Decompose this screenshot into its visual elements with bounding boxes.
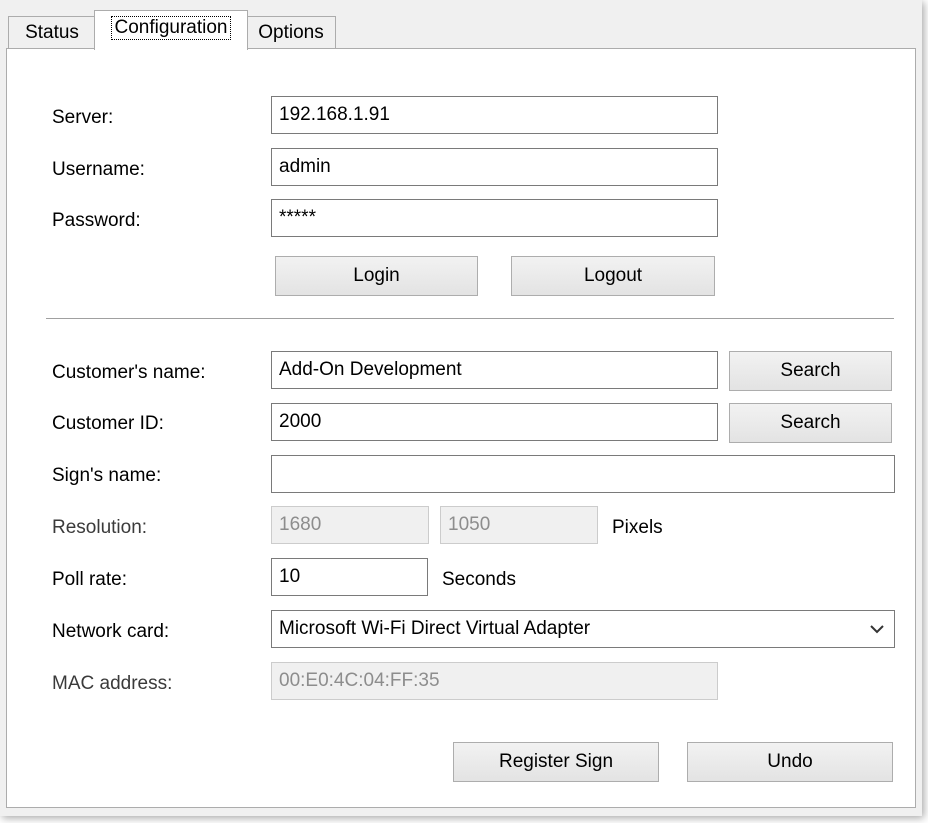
mac-address-label: MAC address:	[52, 673, 173, 694]
section-divider	[46, 318, 894, 319]
resolution-unit-label: Pixels	[612, 517, 663, 538]
poll-rate-unit-label: Seconds	[442, 569, 516, 590]
configuration-window: Status Configuration Options Server: Use…	[0, 0, 922, 816]
form-area: Server: Username: Password: Login Logout…	[0, 0, 922, 816]
customer-name-search-button[interactable]: Search	[729, 351, 892, 391]
register-sign-button[interactable]: Register Sign	[453, 742, 659, 782]
customer-name-input[interactable]	[271, 351, 718, 389]
resolution-height-input	[440, 506, 598, 544]
customer-name-label: Customer's name:	[52, 362, 206, 383]
customer-id-search-button[interactable]: Search	[729, 403, 892, 443]
resolution-width-input	[271, 506, 429, 544]
sign-name-label: Sign's name:	[52, 465, 162, 486]
password-input[interactable]	[271, 199, 718, 237]
customer-id-input[interactable]	[271, 403, 718, 441]
poll-rate-label: Poll rate:	[52, 569, 127, 590]
server-input[interactable]	[271, 96, 718, 134]
network-card-label: Network card:	[52, 621, 170, 642]
sign-name-input[interactable]	[271, 455, 895, 493]
username-input[interactable]	[271, 148, 718, 186]
username-label: Username:	[52, 159, 145, 180]
chevron-down-icon[interactable]	[870, 611, 884, 647]
poll-rate-input[interactable]	[271, 558, 428, 596]
undo-button[interactable]: Undo	[687, 742, 893, 782]
password-label: Password:	[52, 210, 141, 231]
login-button[interactable]: Login	[275, 256, 478, 296]
network-card-selected-value: Microsoft Wi-Fi Direct Virtual Adapter	[279, 618, 591, 639]
customer-id-label: Customer ID:	[52, 413, 164, 434]
mac-address-input	[271, 662, 718, 700]
logout-button[interactable]: Logout	[511, 256, 715, 296]
network-card-select[interactable]: Microsoft Wi-Fi Direct Virtual Adapter	[271, 610, 895, 648]
server-label: Server:	[52, 107, 114, 128]
resolution-label: Resolution:	[52, 517, 148, 538]
